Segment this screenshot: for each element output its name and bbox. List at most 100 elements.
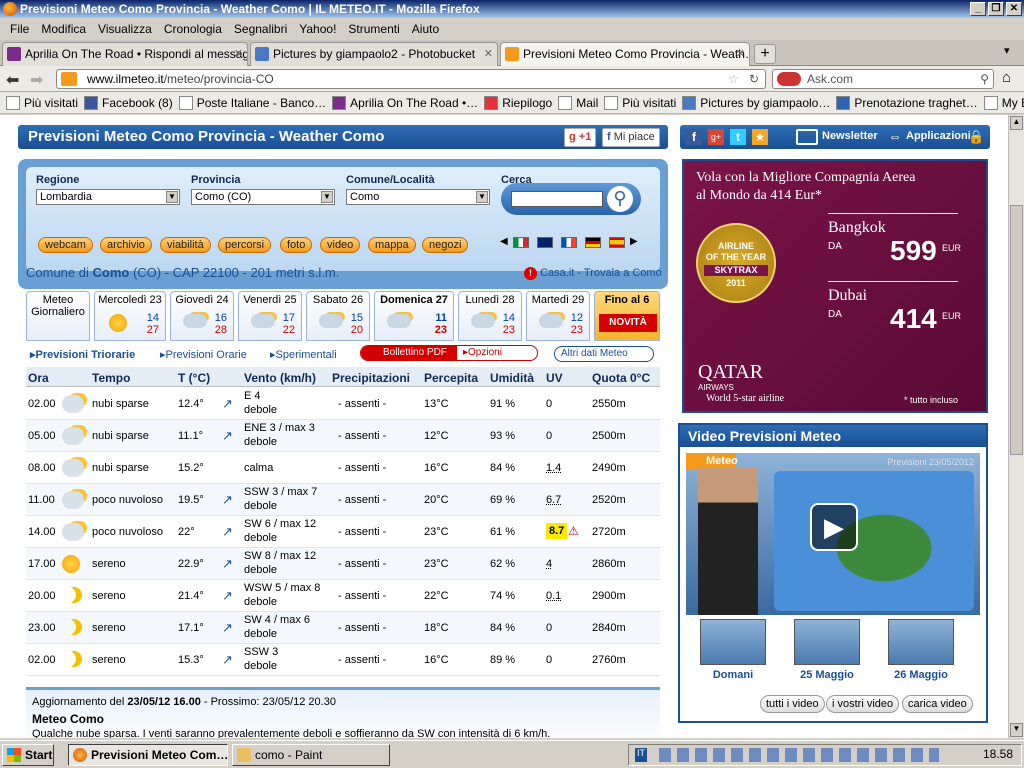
search-icon[interactable]: ⚲ [980, 70, 989, 88]
close-tab-icon[interactable]: ✕ [234, 43, 243, 65]
foto-link[interactable]: foto [280, 237, 313, 253]
search-bar[interactable]: Ask.com ⚲ [772, 69, 994, 89]
day-tab-giornaliero[interactable]: Meteo Giornaliero [26, 291, 90, 341]
video-player[interactable]: Meteo Previsioni 23/05/2012 ▶ [686, 453, 980, 615]
uk-flag-icon[interactable] [537, 237, 553, 248]
archivio-link[interactable]: archivio [100, 237, 152, 253]
scroll-down-icon[interactable]: ▼ [1010, 723, 1023, 737]
bookmark-item[interactable]: Più visitati [604, 95, 676, 110]
video-thumbnail[interactable] [888, 619, 954, 665]
bookmark-item[interactable]: Prenotazione traghet… [836, 95, 978, 110]
search-button[interactable]: ⚲ [607, 186, 633, 212]
flag-next-icon[interactable]: ▶ [630, 236, 638, 247]
bookmark-item[interactable]: Più visitati [6, 95, 78, 110]
german-flag-icon[interactable] [585, 237, 601, 248]
day-tab[interactable]: Martedì 29 12 23 [526, 291, 590, 341]
negozi-link[interactable]: negozi [422, 237, 469, 253]
tab-previsioni-triorarie[interactable]: ▸Previsioni Triorarie [30, 348, 135, 361]
video-thumbnail[interactable] [794, 619, 860, 665]
video-link[interactable]: video [320, 237, 361, 253]
viabilita-link[interactable]: viabilità [160, 237, 211, 253]
comune-select[interactable]: Como ▼ [346, 189, 490, 205]
bookmark-item[interactable]: Riepilogo [484, 95, 552, 110]
qatar-advertisement[interactable]: Vola con la Migliore Compagnia Aerea al M… [682, 159, 988, 413]
percorsi-link[interactable]: percorsi [218, 237, 272, 253]
day-tab[interactable]: Domenica 27 11 23 [374, 291, 454, 341]
close-button[interactable]: ✕ [1006, 2, 1022, 16]
menu-modifica[interactable]: Modifica [35, 22, 92, 36]
bollettino-pdf-button[interactable]: Bollettino PDF [361, 346, 457, 360]
forward-button[interactable]: ➡ [30, 70, 43, 90]
bookmark-item[interactable]: Poste Italiane - Banco… [178, 95, 326, 110]
day-tab[interactable]: Lunedì 28 14 23 [458, 291, 522, 341]
url-bar[interactable]: www.ilmeteo.it/meteo/provincia-CO ☆ ↻ [56, 69, 766, 89]
bookmark-item[interactable]: My Enel [983, 95, 1024, 110]
site-identity-icon[interactable] [61, 72, 77, 86]
tab-ilmeteo[interactable]: Previsioni Meteo Como Provincia - Weath…… [500, 42, 750, 66]
lock-icon[interactable]: 🔒 [968, 129, 984, 145]
favorite-star-icon[interactable]: ★ [752, 129, 768, 145]
casa-link[interactable]: ! Casa.it - Trovala a Como [524, 267, 662, 280]
tab-sperimentali[interactable]: ▸Sperimentali [270, 348, 337, 361]
menu-visualizza[interactable]: Visualizza [92, 22, 158, 36]
flag-prev-icon[interactable]: ◀ [500, 236, 508, 247]
google-plus-one-button[interactable]: g +1 [564, 128, 597, 147]
italian-flag-icon[interactable] [513, 237, 529, 248]
menu-segnalibri[interactable]: Segnalibri [228, 22, 293, 36]
start-button[interactable]: Start [2, 744, 54, 766]
back-button[interactable]: ⬅ [6, 70, 19, 90]
bookmark-item[interactable]: Pictures by giampaolo… [682, 95, 830, 110]
day-tab[interactable]: Mercoledì 23 14 27 [94, 291, 166, 341]
vertical-scrollbar[interactable]: ▲ ▼ [1008, 115, 1024, 738]
regione-select[interactable]: Lombardia ▼ [36, 189, 180, 205]
video-thumbnail[interactable] [700, 619, 766, 665]
tutti-video-button[interactable]: tutti i video [760, 695, 825, 713]
menu-cronologia[interactable]: Cronologia [158, 22, 228, 36]
new-tab-button[interactable]: + [754, 44, 776, 64]
bookmark-item[interactable]: Facebook (8) [84, 95, 173, 110]
day-tab[interactable]: Sabato 26 15 20 [306, 291, 370, 341]
facebook-icon[interactable]: f [686, 129, 702, 145]
applicazioni-link[interactable]: Applicazioni [906, 130, 971, 142]
day-tab[interactable]: Venerdì 25 17 22 [238, 291, 302, 341]
menu-aiuto[interactable]: Aiuto [406, 22, 445, 36]
tab-aprilia[interactable]: Aprilia On The Road • Rispondi al messag… [2, 42, 248, 66]
ask-engine-icon[interactable] [777, 72, 801, 86]
menu-strumenti[interactable]: Strumenti [342, 22, 405, 36]
scrollbar-thumb[interactable] [1010, 205, 1023, 455]
thumb-label[interactable]: 26 Maggio [881, 669, 961, 681]
bookmark-item[interactable]: Aprilia On The Road •… [332, 95, 478, 110]
tab-photobucket[interactable]: Pictures by giampaolo2 - Photobucket ✕ [250, 42, 498, 66]
taskbar-item-paint[interactable]: como - Paint [232, 744, 390, 766]
clock[interactable]: 18.58 [983, 747, 1013, 761]
twitter-icon[interactable]: t [730, 129, 746, 145]
mappa-link[interactable]: mappa [368, 237, 416, 253]
thumb-label[interactable]: Domani [693, 669, 773, 681]
tab-list-icon[interactable]: ▾ [1004, 44, 1010, 57]
menu-yahoo[interactable]: Yahoo! [293, 22, 342, 36]
scroll-up-icon[interactable]: ▲ [1010, 116, 1023, 130]
bookmark-star-icon[interactable]: ☆ [728, 70, 739, 88]
french-flag-icon[interactable] [561, 237, 577, 248]
tray-icons[interactable] [659, 748, 939, 762]
provincia-select[interactable]: Como (CO) ▼ [191, 189, 335, 205]
webcam-link[interactable]: webcam [38, 237, 93, 253]
newsletter-link[interactable]: Newsletter [822, 130, 878, 142]
bookmark-item[interactable]: Mail [558, 95, 598, 110]
minimize-button[interactable]: _ [970, 2, 986, 16]
search-input[interactable] [511, 191, 603, 207]
taskbar-item-firefox[interactable]: Previsioni Meteo Com… [68, 744, 228, 766]
day-tab-fino-al-6[interactable]: Fino al 6 NOVITÀ [594, 291, 660, 341]
altri-dati-button[interactable]: Altri dati Meteo [554, 346, 654, 362]
facebook-like-button[interactable]: f Mi piace [602, 128, 660, 147]
home-icon[interactable]: ⌂ [1002, 69, 1011, 86]
reload-icon[interactable]: ↻ [749, 70, 759, 88]
close-tab-icon[interactable]: ✕ [736, 43, 745, 65]
day-tab[interactable]: Giovedì 24 16 28 [170, 291, 234, 341]
thumb-label[interactable]: 25 Maggio [787, 669, 867, 681]
spanish-flag-icon[interactable] [609, 237, 625, 248]
vostri-video-button[interactable]: i vostri video [826, 695, 900, 713]
opzioni-button[interactable]: ▸Opzioni [463, 346, 502, 360]
maximize-button[interactable]: ❐ [988, 2, 1004, 16]
close-tab-icon[interactable]: ✕ [484, 43, 493, 65]
